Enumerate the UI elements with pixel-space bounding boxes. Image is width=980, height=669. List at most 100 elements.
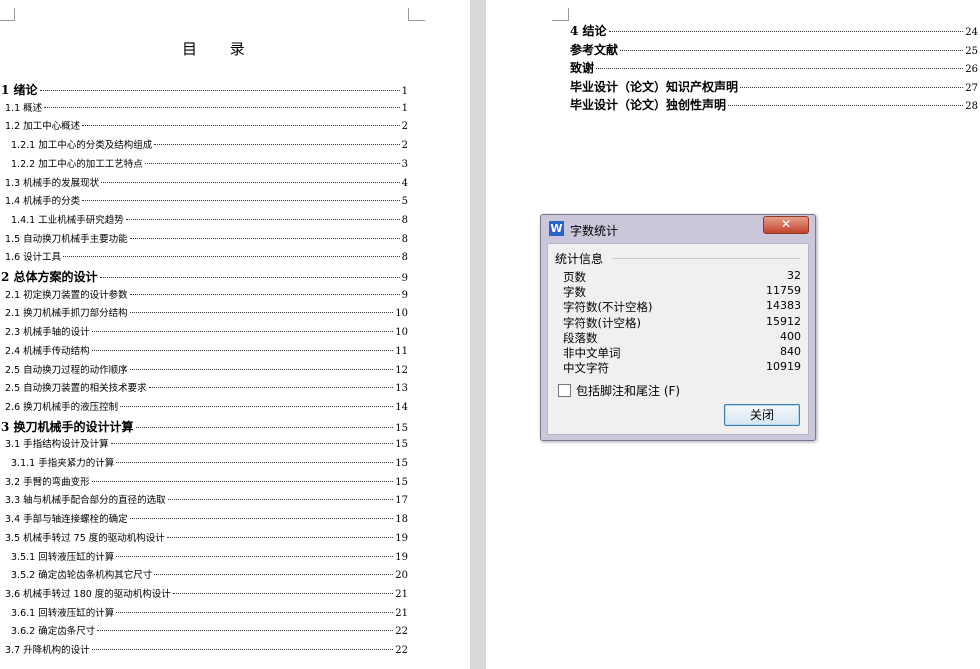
toc-leader-dots: [620, 49, 964, 51]
toc-entry[interactable]: 2.6 换刀机械手的液压控制 14: [5, 399, 408, 413]
toc-entry[interactable]: 1.6 设计工具 8: [5, 249, 408, 263]
document-page-left[interactable]: 目 录 1 绪论 1 1.1 概述 1 1.2 加工中心概述 2 1.2.1 加工中心的分类…: [0, 0, 470, 669]
toc-entry-page: 17: [395, 495, 408, 507]
toc-leader-dots: [129, 293, 400, 295]
toc-leader-dots: [44, 106, 400, 108]
toc-entry[interactable]: 2 总体方案的设计 9: [1, 268, 408, 285]
toc-entry[interactable]: 3.7 升降机构的设计 22: [5, 642, 408, 656]
toc-entry-page: 9: [401, 289, 408, 301]
dialog-titlebar[interactable]: W 字数统计 ✕: [541, 215, 815, 241]
toc-entry[interactable]: 1 绪论 1: [1, 81, 408, 98]
toc-entry[interactable]: 3.6.2 确定齿条尺寸 22: [11, 623, 408, 637]
toc-leader-dots: [608, 31, 964, 32]
stat-label: 字数: [563, 285, 586, 300]
toc-entry[interactable]: 2.5 自动换刀过程的动作顺序 12: [5, 362, 408, 376]
toc-entry-label: 3.6.2 确定齿条尺寸: [11, 626, 96, 638]
toc-entry-label: 1.4.1 工业机械手研究趋势: [11, 214, 124, 226]
toc-leader-dots: [740, 86, 964, 88]
toc-entry-page: 21: [395, 588, 408, 600]
toc-entry[interactable]: 1.5 自动换刀机械手主要功能 8: [5, 231, 408, 245]
toc-entry-page: 19: [395, 551, 408, 563]
toc-entry[interactable]: 1.1 概述 1: [5, 100, 408, 114]
toc-entry-page: 10: [395, 308, 408, 320]
toc-entry-label: 2.1 初定换刀装置的设计参数: [5, 289, 128, 301]
toc-entry[interactable]: 3.5.1 回转液压缸的计算 19: [11, 549, 408, 563]
toc-leader-dots: [39, 90, 400, 91]
stat-row: 非中文单词 840: [563, 345, 801, 360]
toc-leader-dots: [148, 387, 394, 389]
toc-leader-dots: [129, 312, 394, 314]
page-gutter: [470, 0, 486, 669]
close-button[interactable]: 关闭: [724, 404, 800, 426]
toc-entry-label: 2.6 换刀机械手的液压控制: [5, 401, 119, 413]
toc-entry-page: 18: [395, 514, 408, 526]
toc-entry-page: 15: [395, 476, 408, 488]
toc-entry[interactable]: 3.1 手指结构设计及计算 15: [5, 436, 408, 450]
toc-leader-dots: [120, 405, 394, 407]
toc-entry[interactable]: 1.4.1 工业机械手研究趋势 8: [11, 212, 408, 226]
toc-entry-page: 20: [395, 570, 408, 582]
toc-entry[interactable]: 4 结论 24: [570, 22, 978, 39]
checkbox-label: 包括脚注和尾注 (F): [576, 384, 681, 398]
toc-entry-page: 9: [401, 273, 408, 284]
toc-entry-label: 1.3 机械手的发展现状: [5, 177, 100, 189]
toc-entry[interactable]: 3.5.2 确定齿轮齿条机构其它尺寸 20: [11, 567, 408, 581]
toc-entry-label: 致谢: [570, 61, 595, 75]
stat-row: 中文字符 10919: [563, 360, 801, 375]
stat-row: 字符数(计空格) 15912: [563, 315, 801, 330]
toc-leader-dots: [99, 277, 400, 278]
toc-entry[interactable]: 3.4 手部与轴连接螺栓的确定 18: [5, 511, 408, 525]
toc-entry-label: 4 结论: [570, 24, 607, 38]
toc-entry-page: 13: [395, 383, 408, 395]
toc-entry[interactable]: 1.2 加工中心概述 2: [5, 118, 408, 132]
toc-entry[interactable]: 毕业设计（论文）独创性声明 28: [570, 96, 978, 113]
toc-entry[interactable]: 1.4 机械手的分类 5: [5, 193, 408, 207]
word-count-dialog[interactable]: W 字数统计 ✕ 统计信息 页数 32 字数 11759 字符数(不计空格) 14383 字…: [540, 214, 816, 441]
stat-label: 页数: [563, 270, 586, 284]
toc-entry[interactable]: 2.1 初定换刀装置的设计参数 9: [5, 287, 408, 301]
toc-entry[interactable]: 1.3 机械手的发展现状 4: [5, 175, 408, 189]
close-icon[interactable]: ✕: [763, 216, 809, 234]
toc-entry[interactable]: 致谢 26: [570, 59, 978, 76]
toc-leader-dots: [91, 331, 394, 333]
toc-entry-page: 3: [401, 158, 408, 170]
toc-entry-label: 2.4 机械手传动结构: [5, 345, 90, 357]
toc-entry[interactable]: 2.1 换刀机械手抓刀部分结构 10: [5, 305, 408, 319]
toc-entry-page: 14: [395, 401, 408, 413]
toc-leader-dots: [82, 200, 400, 202]
toc-entry-label: 2.1 换刀机械手抓刀部分结构: [5, 308, 128, 320]
toc-leader-dots: [91, 480, 394, 482]
toc-entry[interactable]: 2.4 机械手传动结构 11: [5, 343, 408, 357]
toc-entry[interactable]: 参考文献 25: [570, 41, 978, 58]
checkbox-box[interactable]: [558, 384, 571, 397]
toc-entry-page: 1: [401, 102, 408, 114]
toc-entry[interactable]: 3.5 机械手转过 75 度的驱动机构设计 19: [5, 530, 408, 544]
include-footnotes-checkbox[interactable]: 包括脚注和尾注 (F): [558, 382, 680, 399]
toc-entry-label: 3.2 手臂的弯曲变形: [5, 476, 90, 488]
toc-entry-page: 1: [401, 86, 408, 97]
toc-entry[interactable]: 3.3 轴与机械手配合部分的直径的选取 17: [5, 492, 408, 506]
stat-label: 字符数(计空格): [563, 315, 641, 330]
toc-entry[interactable]: 3 换刀机械手的设计计算 15: [1, 418, 408, 435]
toc-entry[interactable]: 3.6 机械手转过 180 度的驱动机构设计 21: [5, 586, 408, 600]
toc-entry[interactable]: 毕业设计（论文）知识产权声明 27: [570, 78, 978, 95]
toc-entry-page: 22: [395, 645, 408, 656]
toc-entry[interactable]: 2.5 自动换刀装置的相关技术要求 13: [5, 380, 408, 394]
toc-leader-dots: [154, 144, 400, 146]
toc-leader-dots: [91, 349, 394, 351]
toc-entry-page: 25: [965, 45, 978, 57]
toc-entry[interactable]: 1.2.2 加工中心的加工工艺特点 3: [11, 156, 408, 170]
toc-entry[interactable]: 3.2 手臂的弯曲变形 15: [5, 474, 408, 488]
toc-entry-label: 3.6 机械手转过 180 度的驱动机构设计: [5, 588, 171, 600]
toc-entry[interactable]: 3.1.1 手指夹紧力的计算 15: [11, 455, 408, 469]
toc-entry[interactable]: 1.2.1 加工中心的分类及结构组成 2: [11, 137, 408, 151]
toc-entry-label: 3.5.1 回转液压缸的计算: [11, 551, 115, 563]
dialog-title: 字数统计: [570, 224, 619, 238]
toc-entry[interactable]: 3.6.1 回转液压缸的计算 21: [11, 605, 408, 619]
toc-entry[interactable]: 2.3 机械手轴的设计 10: [5, 324, 408, 338]
toc-leader-dots: [82, 125, 400, 127]
toc-entry-label: 1.5 自动换刀机械手主要功能: [5, 233, 128, 245]
toc-leader-dots: [125, 218, 400, 220]
toc-leader-dots: [101, 181, 400, 183]
toc-entry-page: 15: [395, 458, 408, 469]
